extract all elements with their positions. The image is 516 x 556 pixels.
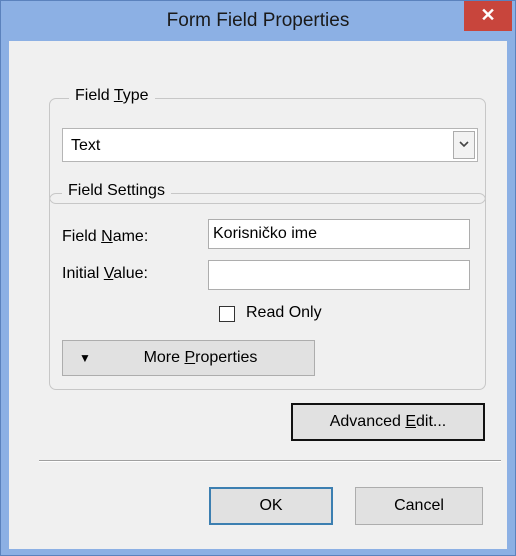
dialog-body: Field Type Text Field Settings Field Nam… bbox=[9, 41, 507, 549]
initial-value-input[interactable] bbox=[208, 260, 470, 290]
field-name-input[interactable]: Korisničko ime bbox=[208, 219, 470, 249]
dialog-window: Form Field Properties ✕ Field Type Text … bbox=[0, 0, 516, 556]
close-icon: ✕ bbox=[480, 5, 496, 25]
triangle-down-icon: ▼ bbox=[79, 351, 91, 365]
field-type-selected-value: Text bbox=[71, 137, 101, 154]
chevron-down-icon[interactable] bbox=[453, 131, 475, 159]
initial-value-label: Initial Value: bbox=[62, 265, 148, 282]
field-settings-group: Field Settings Field Name: Korisničko im… bbox=[49, 182, 486, 390]
field-settings-legend: Field Settings bbox=[62, 182, 171, 200]
field-type-select[interactable]: Text bbox=[62, 128, 478, 162]
read-only-checkbox[interactable] bbox=[219, 306, 235, 322]
ok-button[interactable]: OK bbox=[209, 487, 333, 525]
close-button[interactable]: ✕ bbox=[464, 1, 512, 31]
window-title: Form Field Properties bbox=[166, 10, 350, 31]
field-type-legend: Field Type bbox=[69, 87, 155, 105]
read-only-label[interactable]: Read Only bbox=[246, 304, 322, 322]
advanced-edit-button[interactable]: Advanced Edit... bbox=[291, 403, 485, 441]
title-bar[interactable]: Form Field Properties ✕ bbox=[1, 1, 515, 39]
separator bbox=[39, 460, 501, 462]
more-properties-button[interactable]: ▼ More Properties bbox=[62, 340, 315, 376]
cancel-button[interactable]: Cancel bbox=[355, 487, 483, 525]
field-name-label: Field Name: bbox=[62, 228, 149, 245]
